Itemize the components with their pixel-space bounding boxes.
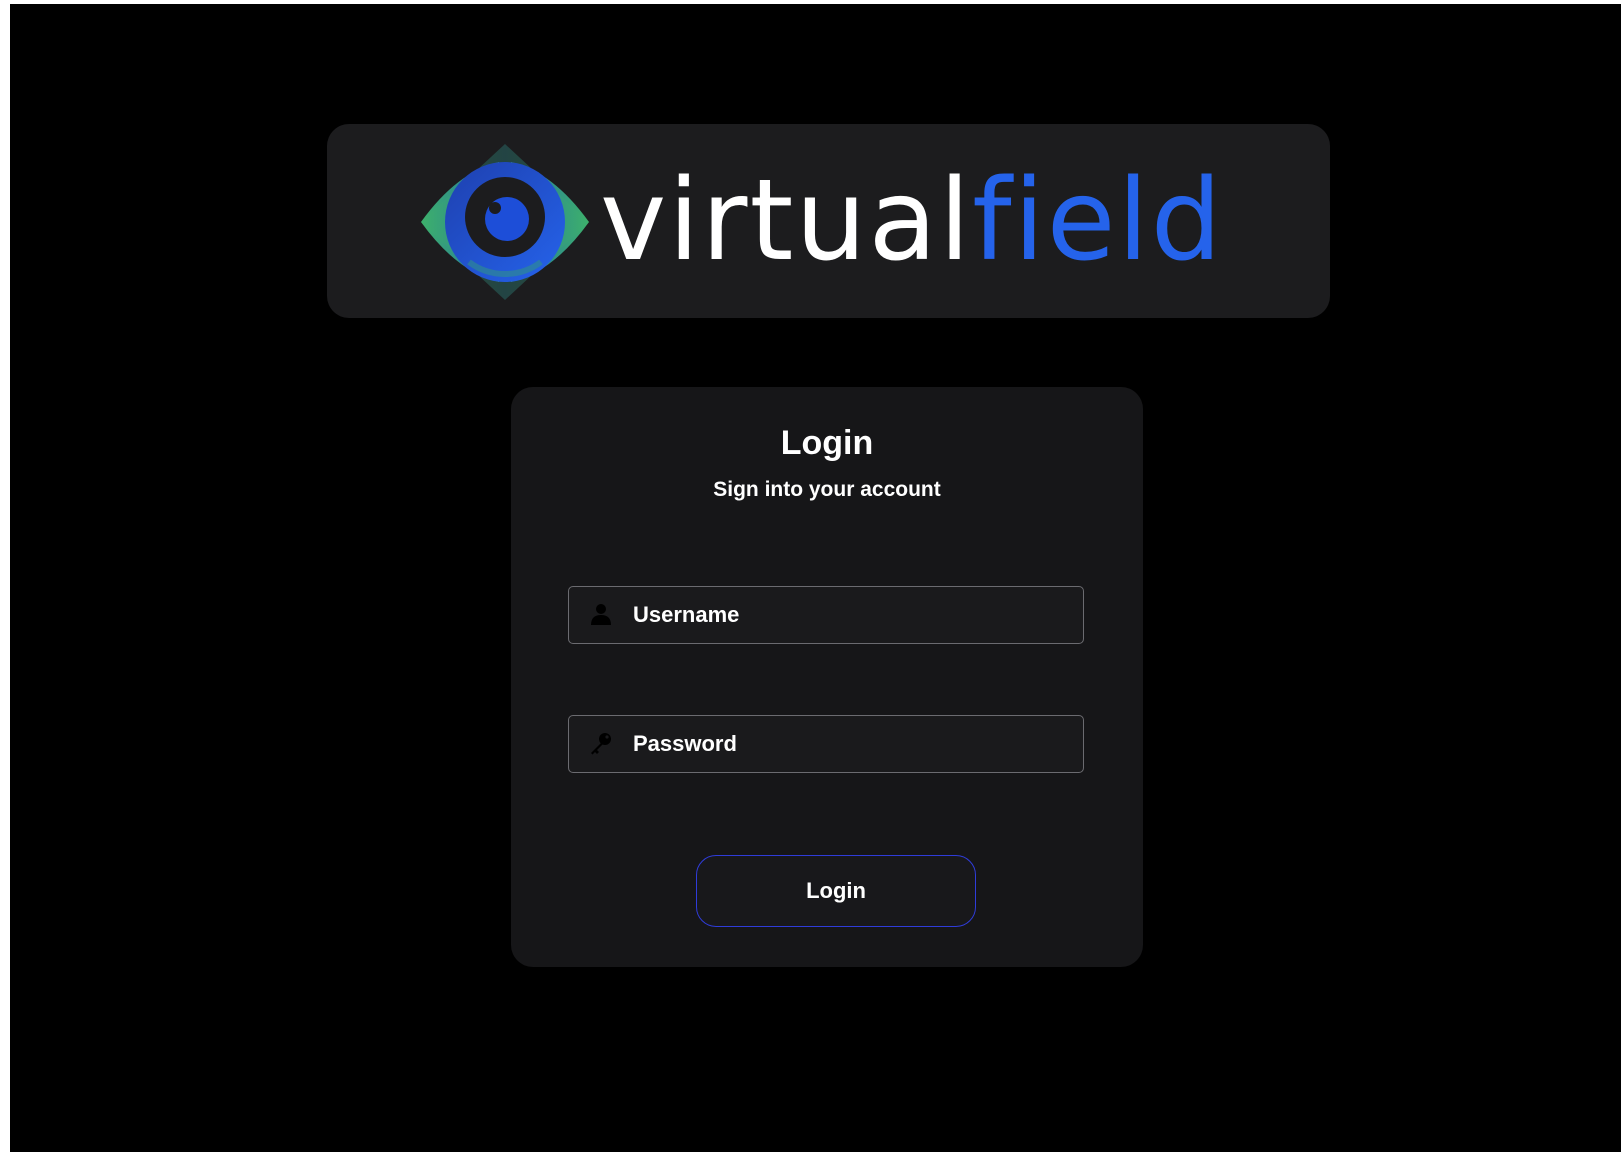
username-field[interactable] bbox=[568, 586, 1084, 644]
login-button[interactable]: Login bbox=[696, 855, 976, 927]
key-icon bbox=[587, 730, 615, 758]
app-screen: virtualfield Login Sign into your accoun… bbox=[10, 4, 1621, 1152]
login-card: Login Sign into your account Login bbox=[511, 387, 1143, 967]
username-input[interactable] bbox=[615, 587, 1083, 643]
brand-text-field: field bbox=[972, 156, 1224, 286]
password-input[interactable] bbox=[615, 716, 1083, 772]
user-icon bbox=[587, 601, 615, 629]
login-subtitle: Sign into your account bbox=[713, 478, 941, 501]
brand-wordmark: virtualfield bbox=[600, 146, 1224, 296]
login-title: Login bbox=[780, 424, 874, 462]
password-field[interactable] bbox=[568, 715, 1084, 773]
logo-banner: virtualfield bbox=[327, 124, 1330, 318]
brand-text-virtual: virtual bbox=[600, 156, 973, 286]
